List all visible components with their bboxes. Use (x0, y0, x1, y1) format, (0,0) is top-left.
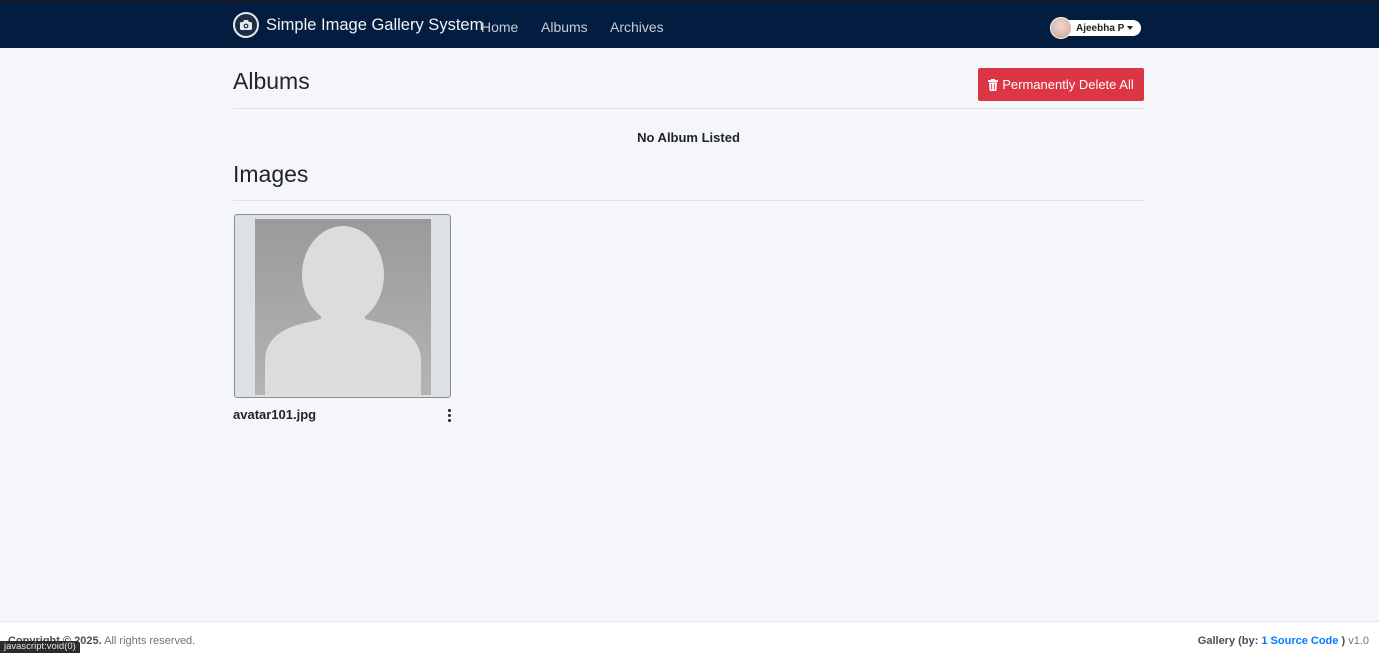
images-divider (233, 200, 1144, 201)
footer-credit: Gallery (by: 1 Source Code ) v1.0 (1198, 635, 1369, 647)
nav-home[interactable]: Home (481, 19, 518, 35)
nav-archives[interactable]: Archives (610, 19, 664, 35)
source-code-link[interactable]: 1 Source Code (1261, 635, 1338, 647)
image-card[interactable] (234, 214, 451, 398)
user-dropdown[interactable]: Ajeebha P (1050, 17, 1142, 39)
avatar-placeholder-icon (265, 226, 421, 395)
permanently-delete-all-button[interactable]: Permanently Delete All (978, 68, 1144, 101)
footer: Copyright © 2025. All rights reserved. G… (0, 621, 1379, 653)
credit-suffix: ) (1341, 635, 1346, 647)
albums-divider (233, 108, 1144, 109)
camera-icon (233, 12, 259, 38)
brand-title: Simple Image Gallery System (266, 15, 484, 34)
albums-heading: Albums (233, 68, 310, 94)
brand[interactable]: Simple Image Gallery System (233, 9, 483, 41)
caret-down-icon (1127, 26, 1134, 30)
user-name: Ajeebha P (1076, 22, 1125, 34)
images-heading: Images (233, 161, 309, 187)
rights-text: All rights reserved. (104, 635, 196, 647)
no-album-message: No Album Listed (637, 130, 740, 145)
trash-icon (988, 78, 999, 91)
avatar (1050, 17, 1072, 39)
delete-all-label: Permanently Delete All (1002, 77, 1134, 92)
version-text: v1.0 (1348, 635, 1369, 647)
image-thumbnail[interactable] (255, 219, 431, 395)
top-navbar: Simple Image Gallery System Home Albums … (0, 0, 1379, 48)
more-options-icon[interactable] (443, 407, 455, 423)
user-pill[interactable]: Ajeebha P (1062, 20, 1142, 36)
credit-prefix: Gallery (by: (1197, 635, 1259, 647)
status-bar-url: javascript:void(0) (0, 641, 80, 653)
nav-albums[interactable]: Albums (541, 19, 588, 35)
image-filename: avatar101.jpg (233, 407, 317, 422)
